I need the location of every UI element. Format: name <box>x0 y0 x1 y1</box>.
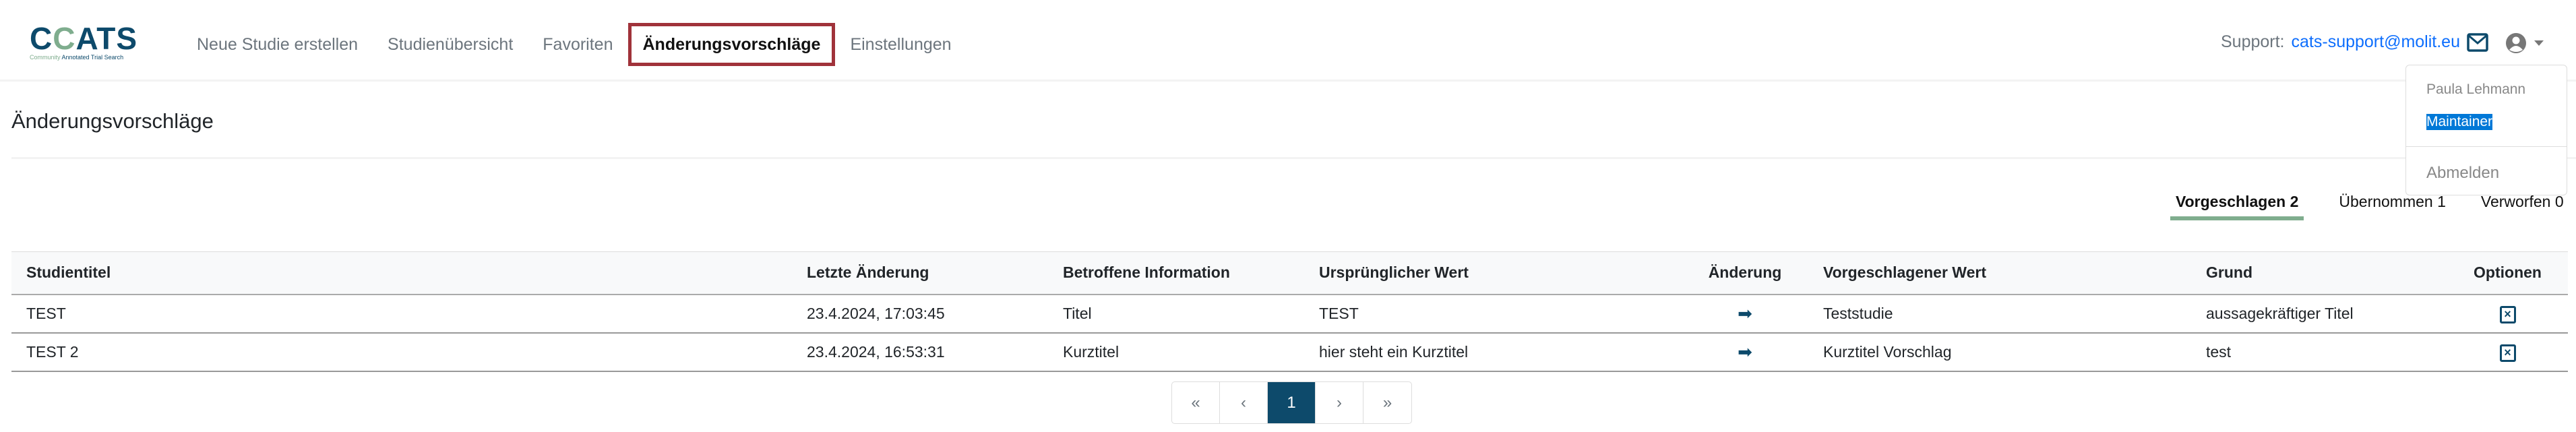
col-vorgeschlagener-wert: Vorgeschlagener Wert <box>1808 251 2191 295</box>
cell-letzte-aenderung: 23.4.2024, 16:53:31 <box>792 332 1048 372</box>
logo-tagline: Community <box>30 54 61 61</box>
cell-letzte-aenderung: 23.4.2024, 17:03:45 <box>792 294 1048 334</box>
tab-vorgeschlagen[interactable]: Vorgeschlagen 2 <box>2170 193 2304 220</box>
support-email-link[interactable]: cats-support@molit.eu <box>2292 32 2460 52</box>
col-letzte-aenderung: Letzte Änderung <box>792 251 1048 295</box>
pagination: « ‹ 1 › » <box>1171 381 1412 424</box>
cell-urspruenglicher-wert: TEST <box>1304 294 1682 334</box>
suggestions-table: Studientitel Letzte Änderung Betroffene … <box>11 251 2568 372</box>
cell-studientitel: TEST <box>11 294 792 334</box>
logo-tagline-2: Annotated Trial Search <box>61 54 124 61</box>
cell-grund: test <box>2191 332 2447 372</box>
col-grund: Grund <box>2191 251 2447 295</box>
user-name: Paula Lehmann <box>2426 82 2526 97</box>
arrow-right-icon: ➡ <box>1682 294 1808 334</box>
table-header-row: Studientitel Letzte Änderung Betroffene … <box>11 251 2568 295</box>
cell-urspruenglicher-wert: hier steht ein Kurztitel <box>1304 332 1682 372</box>
reject-x-icon[interactable]: × <box>2499 344 2516 362</box>
nav-favoriten[interactable]: Favoriten <box>528 23 627 66</box>
cell-betroffene-information: Titel <box>1048 294 1304 334</box>
cell-studientitel: TEST 2 <box>11 332 792 372</box>
tab-uebernommen[interactable]: Übernommen 1 <box>2339 193 2446 220</box>
col-betroffene-information: Betroffene Information <box>1048 251 1304 295</box>
cell-vorgeschlagener-wert: Kurztitel Vorschlag <box>1808 332 2191 372</box>
arrow-right-icon: ➡ <box>1682 332 1808 372</box>
title-divider <box>11 157 2576 159</box>
mail-icon[interactable] <box>2467 32 2488 52</box>
logout-item[interactable]: Abmelden <box>2426 164 2499 183</box>
table-row: TEST 23.4.2024, 17:03:45 Titel TEST ➡ Te… <box>11 294 2568 334</box>
nav-neue-studie[interactable]: Neue Studie erstellen <box>182 23 373 66</box>
nav-studienuebersicht[interactable]: Studienübersicht <box>373 23 528 66</box>
cell-grund: aussagekräftiger Titel <box>2191 294 2447 334</box>
page-title: Änderungsvorschläge <box>11 109 214 133</box>
support-info: Support: cats-support@molit.eu <box>2221 32 2488 52</box>
caret-down-icon <box>2534 40 2544 46</box>
col-optionen: Optionen <box>2447 251 2568 295</box>
nav-aenderungsvorschlaege[interactable]: Änderungsvorschläge <box>627 23 836 66</box>
cell-betroffene-information: Kurztitel <box>1048 332 1304 372</box>
col-aenderung: Änderung <box>1682 251 1808 295</box>
user-circle-icon <box>2506 33 2526 53</box>
tab-verworfen[interactable]: Verworfen 0 <box>2481 193 2564 220</box>
table-row: TEST 2 23.4.2024, 16:53:31 Kurztitel hie… <box>11 332 2568 372</box>
nav-einstellungen[interactable]: Einstellungen <box>835 23 966 66</box>
user-role: Maintainer <box>2426 114 2493 130</box>
status-tabs: Vorgeschlagen 2 Übernommen 1 Verworfen 0 <box>2170 193 2564 220</box>
user-menu-toggle[interactable] <box>2505 32 2544 54</box>
header-divider <box>0 80 2576 82</box>
page-prev-button[interactable]: ‹ <box>1220 382 1268 423</box>
cats-logo[interactable]: CCATS Community Annotated Trial Search <box>30 23 151 66</box>
col-urspruenglicher-wert: Ursprünglicher Wert <box>1304 251 1682 295</box>
page-next-button[interactable]: › <box>1316 382 1363 423</box>
cell-vorgeschlagener-wert: Teststudie <box>1808 294 2191 334</box>
reject-x-icon[interactable]: × <box>2499 305 2516 323</box>
page-last-button[interactable]: » <box>1363 382 1411 423</box>
page-first-button[interactable]: « <box>1172 382 1220 423</box>
page-1-button[interactable]: 1 <box>1268 382 1316 423</box>
main-nav: Neue Studie erstellen Studienübersicht F… <box>182 23 967 66</box>
support-label: Support: <box>2221 32 2285 51</box>
dropdown-divider <box>2406 146 2567 147</box>
col-studientitel: Studientitel <box>11 251 792 295</box>
user-dropdown-menu: Paula Lehmann Maintainer Abmelden <box>2405 65 2567 195</box>
